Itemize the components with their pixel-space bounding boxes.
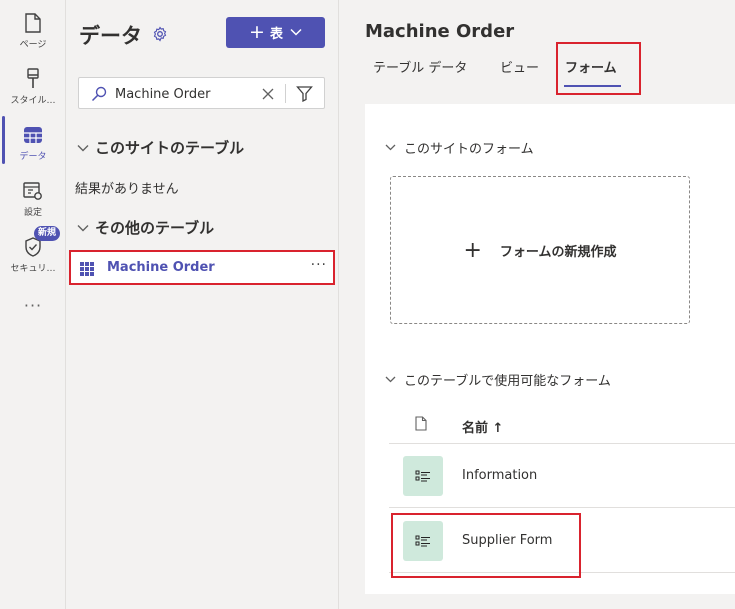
new-badge: 新規 [34,226,61,241]
form-name: Information [462,468,538,483]
page-title: Machine Order [365,21,515,42]
table-name: Machine Order [107,260,215,275]
tab-table-data[interactable]: テーブル データ [373,57,467,76]
chevron-down-icon [77,221,89,235]
form-row-information[interactable]: Information [389,444,735,508]
brush-icon [22,68,44,90]
file-icon [415,416,427,431]
new-form-label: フォームの新規作成 [499,244,617,260]
forms-content: このサイトのフォーム + フォームの新規作成 このテーブルで使用可能なフォーム … [365,104,735,594]
search-box [78,77,325,109]
section-title: このテーブルで使用可能なフォーム [404,374,611,389]
chevron-down-icon [385,373,396,386]
close-icon[interactable] [261,83,275,105]
table-icon [22,124,44,146]
left-rail: ページ スタイル… データ 設定 セキュリ… 新規 ··· [0,0,66,609]
search-icon [91,86,107,102]
rail-label: スタイル… [10,96,56,106]
tab-views[interactable]: ビュー [500,57,539,76]
other-tables-section-header[interactable]: その他のテーブル [77,217,214,238]
data-panel: データ + 表 このサイトのテーブル 結果がありません その他のテーブル [67,0,339,609]
main-area: Machine Order テーブル データ ビュー フォーム このサイトのフォ… [340,0,735,609]
divider [285,84,286,103]
new-form-button[interactable]: + フォームの新規作成 [390,176,690,324]
rail-label: 設定 [23,208,42,218]
chevron-down-icon [77,141,89,155]
rail-item-pages[interactable]: ページ [0,4,66,58]
gear-icon[interactable] [152,26,168,42]
plus-icon: + [463,237,482,263]
site-tables-section-header[interactable]: このサイトのテーブル [77,137,244,158]
search-input[interactable] [115,84,255,104]
rail-label: セキュリ… [10,264,56,274]
rail-item-data[interactable]: データ [0,116,66,170]
form-icon [403,456,443,496]
site-forms-section-header[interactable]: このサイトのフォーム [385,138,534,157]
add-table-button[interactable]: + 表 [226,17,325,48]
rail-item-settings[interactable]: 設定 [0,172,66,226]
rail-label: データ [19,152,47,162]
section-title: このサイトのテーブル [95,139,245,157]
plus-icon: + [249,21,265,43]
page-icon [22,12,44,34]
rail-item-styles[interactable]: スタイル… [0,60,66,114]
chevron-down-icon [290,26,302,39]
section-title: このサイトのフォーム [404,142,534,157]
filter-icon[interactable] [296,85,313,103]
highlight-box [391,513,581,578]
more-options-icon[interactable]: ··· [311,257,327,273]
table-forms-section-header[interactable]: このテーブルで使用可能なフォーム [385,370,611,389]
section-title: その他のテーブル [95,219,215,237]
table-grid-icon [80,261,94,276]
no-results-text: 結果がありません [75,182,179,197]
table-item-machine-order[interactable]: Machine Order ··· [69,250,335,285]
column-header-name[interactable]: 名前 ↑ [462,417,503,436]
add-table-label: 表 [269,27,283,42]
rail-label: ページ [19,40,47,50]
panel-title: データ [79,24,142,48]
highlight-box [556,42,641,95]
more-icon[interactable]: ··· [0,296,66,315]
chevron-down-icon [385,141,396,154]
settings-icon [22,180,44,202]
forms-list-header: 名前 ↑ [389,408,735,444]
form-row-supplier-form[interactable]: Supplier Form [389,509,735,578]
